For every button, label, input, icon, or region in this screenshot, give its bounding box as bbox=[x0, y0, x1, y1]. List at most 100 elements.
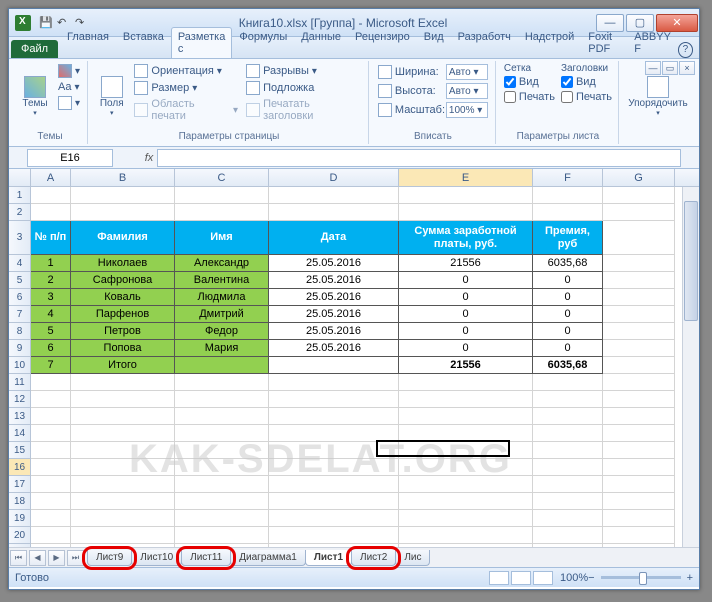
cell[interactable] bbox=[533, 408, 603, 425]
theme-fonts[interactable]: Aa▾ bbox=[55, 80, 83, 94]
cell[interactable] bbox=[71, 476, 175, 493]
cell[interactable] bbox=[603, 204, 675, 221]
ribbon-tab-7[interactable]: Разработч bbox=[451, 27, 518, 58]
cell[interactable] bbox=[71, 204, 175, 221]
cell[interactable] bbox=[399, 187, 533, 204]
cell[interactable] bbox=[399, 204, 533, 221]
cell[interactable] bbox=[31, 374, 71, 391]
cell[interactable] bbox=[175, 459, 269, 476]
cell[interactable] bbox=[603, 493, 675, 510]
cell[interactable] bbox=[269, 408, 399, 425]
cell[interactable] bbox=[31, 408, 71, 425]
row-header[interactable]: 7 bbox=[9, 306, 31, 323]
cell[interactable]: № п/п bbox=[31, 221, 71, 255]
fx-icon[interactable]: fx bbox=[141, 152, 157, 164]
row-header[interactable]: 20 bbox=[9, 527, 31, 544]
cell[interactable] bbox=[71, 374, 175, 391]
cell[interactable]: Николаев bbox=[71, 255, 175, 272]
cell[interactable] bbox=[31, 476, 71, 493]
column-header[interactable]: G bbox=[603, 169, 675, 186]
cell[interactable]: 0 bbox=[533, 340, 603, 357]
row-header[interactable]: 5 bbox=[9, 272, 31, 289]
cell[interactable] bbox=[603, 323, 675, 340]
print-titles-button[interactable]: Печатать заголовки bbox=[243, 97, 364, 123]
cell[interactable]: 6035,68 bbox=[533, 357, 603, 374]
print-area-button[interactable]: Область печати ▾ bbox=[131, 97, 241, 123]
cell[interactable]: Дмитрий bbox=[175, 306, 269, 323]
sheet-tab[interactable]: Лист1 bbox=[305, 550, 352, 566]
cell[interactable]: Александр bbox=[175, 255, 269, 272]
cell[interactable] bbox=[175, 510, 269, 527]
cell[interactable] bbox=[175, 391, 269, 408]
cell[interactable]: 0 bbox=[399, 289, 533, 306]
cell[interactable] bbox=[31, 391, 71, 408]
cell[interactable]: Валентина bbox=[175, 272, 269, 289]
row-header[interactable]: 1 bbox=[9, 187, 31, 204]
ribbon-tab-0[interactable]: Главная bbox=[60, 27, 116, 58]
theme-colors[interactable]: ▾ bbox=[55, 63, 83, 79]
row-header[interactable]: 11 bbox=[9, 374, 31, 391]
sheet-nav-next[interactable]: ▶ bbox=[48, 550, 65, 566]
cell[interactable] bbox=[175, 357, 269, 374]
cell[interactable] bbox=[269, 357, 399, 374]
zoom-level[interactable]: 100% bbox=[560, 572, 588, 584]
row-header[interactable]: 18 bbox=[9, 493, 31, 510]
row-header[interactable]: 16 bbox=[9, 459, 31, 476]
cell[interactable] bbox=[399, 459, 533, 476]
cell[interactable]: 21556 bbox=[399, 255, 533, 272]
cell[interactable] bbox=[269, 391, 399, 408]
cell[interactable] bbox=[31, 459, 71, 476]
cell[interactable] bbox=[269, 204, 399, 221]
workbook-restore[interactable]: ▭ bbox=[662, 61, 678, 75]
zoom-slider[interactable] bbox=[601, 576, 681, 579]
cell[interactable]: Людмила bbox=[175, 289, 269, 306]
cell[interactable]: 0 bbox=[399, 340, 533, 357]
cell[interactable]: 0 bbox=[399, 306, 533, 323]
ribbon-tab-4[interactable]: Данные bbox=[294, 27, 348, 58]
cell[interactable]: Итого bbox=[71, 357, 175, 374]
sheet-tab[interactable]: Лист11 bbox=[181, 550, 231, 566]
normal-view-button[interactable] bbox=[489, 571, 509, 585]
cell[interactable]: 4 bbox=[31, 306, 71, 323]
cell[interactable]: 0 bbox=[533, 306, 603, 323]
vertical-scrollbar[interactable] bbox=[682, 187, 699, 547]
cell[interactable] bbox=[533, 442, 603, 459]
cell[interactable] bbox=[31, 510, 71, 527]
cell[interactable] bbox=[175, 442, 269, 459]
cell[interactable] bbox=[533, 374, 603, 391]
cell[interactable] bbox=[603, 527, 675, 544]
cell[interactable] bbox=[269, 476, 399, 493]
row-header[interactable]: 10 bbox=[9, 357, 31, 374]
cell[interactable] bbox=[533, 425, 603, 442]
name-box[interactable]: E16 bbox=[27, 149, 113, 167]
cell[interactable] bbox=[603, 187, 675, 204]
cell[interactable] bbox=[269, 510, 399, 527]
cell[interactable] bbox=[71, 187, 175, 204]
cell[interactable]: 6 bbox=[31, 340, 71, 357]
cell[interactable] bbox=[533, 476, 603, 493]
cell[interactable] bbox=[603, 442, 675, 459]
cell[interactable]: Сумма заработной платы, руб. bbox=[399, 221, 533, 255]
ribbon-tab-6[interactable]: Вид bbox=[417, 27, 451, 58]
row-header[interactable]: 8 bbox=[9, 323, 31, 340]
cell[interactable] bbox=[603, 306, 675, 323]
cell[interactable]: 21556 bbox=[399, 357, 533, 374]
cell[interactable]: 25.05.2016 bbox=[269, 323, 399, 340]
cell[interactable] bbox=[533, 459, 603, 476]
workbook-close[interactable]: × bbox=[679, 61, 695, 75]
cell[interactable] bbox=[31, 204, 71, 221]
sheet-tab[interactable]: Лист9 bbox=[87, 550, 132, 566]
cell[interactable]: 7 bbox=[31, 357, 71, 374]
qat-redo-icon[interactable]: ↷ bbox=[75, 16, 89, 30]
zoom-out[interactable]: − bbox=[588, 572, 594, 584]
background-button[interactable]: Подложка bbox=[243, 80, 364, 96]
cell[interactable] bbox=[31, 425, 71, 442]
cell[interactable] bbox=[603, 255, 675, 272]
cell[interactable]: Петров bbox=[71, 323, 175, 340]
cell[interactable] bbox=[399, 442, 533, 459]
cell[interactable] bbox=[175, 374, 269, 391]
sheet-tab[interactable]: Лис bbox=[395, 550, 430, 566]
cell[interactable]: Федор bbox=[175, 323, 269, 340]
margins-button[interactable]: Поля▾ bbox=[94, 63, 129, 130]
column-header[interactable]: A bbox=[31, 169, 71, 186]
